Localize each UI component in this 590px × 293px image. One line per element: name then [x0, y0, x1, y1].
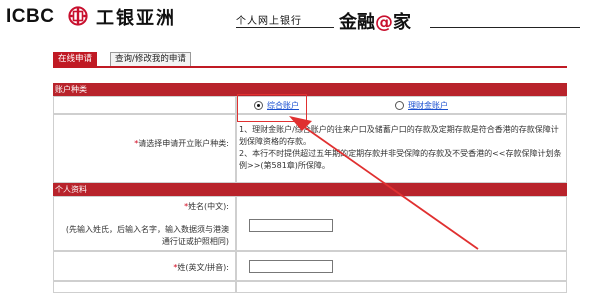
surname-en-input-cell	[236, 251, 567, 281]
tab-underline	[53, 66, 567, 68]
section-account-type: 账户种类	[53, 83, 567, 96]
surname-en-label-cell: *姓(英文/拼音):	[53, 251, 236, 281]
portal-name-suffix: 家	[393, 12, 411, 33]
account-type-question: *请选择申请开立账户种类:	[134, 139, 229, 148]
annotation-highlight-box	[237, 94, 307, 122]
surname-en-label: *姓(英文/拼音):	[173, 263, 229, 272]
bank-name: 工银亚洲	[96, 8, 176, 29]
portal-name: 金融@家	[339, 8, 411, 34]
name-cn-label-cell: *姓名(中文): (先输入姓氏，后输入名字，输入数据须与港澳通行证或护照相同)	[53, 196, 236, 251]
option-wealth[interactable]: 理财金账户	[395, 100, 448, 111]
name-cn-input[interactable]	[249, 219, 333, 232]
section-personal-info: 个人资料	[53, 183, 567, 196]
icbc-logo-icon	[68, 6, 88, 26]
name-input-hint: (先输入姓氏，后输入名字，输入数据须与港澳通行证或护照相同)	[65, 225, 229, 246]
deposit-note-2: 2、本行不时提供超过五年期的定期存款并非受保障的存款及不受香港的<<存款保障计划…	[239, 149, 562, 170]
account-type-question-cell: *请选择申请开立账户种类:	[53, 114, 236, 183]
brand-latin: ICBC	[6, 6, 55, 27]
header-rule-right	[430, 27, 580, 28]
next-row-label-cell	[53, 281, 236, 293]
name-cn-label-text: 姓名(中文):	[188, 202, 229, 211]
radio-wealth[interactable]	[395, 101, 404, 110]
account-type-question-text: 请选择申请开立账户种类:	[138, 139, 229, 148]
option-wealth-label[interactable]: 理财金账户	[408, 101, 448, 110]
tab-online-apply[interactable]: 在线申请	[53, 52, 98, 67]
account-type-notes: 1、理财金账户/综合账户的往来户口及储蓄户口的存款及定期存款是符合香港的存款保障…	[236, 114, 567, 183]
name-cn-label: *姓名(中文):	[184, 202, 229, 211]
deposit-note-1: 1、理财金账户/综合账户的往来户口及储蓄户口的存款及定期存款是符合香港的存款保障…	[239, 125, 559, 146]
name-cn-input-cell	[236, 196, 567, 251]
next-row-input-cell	[236, 281, 567, 293]
surname-en-label-text: 姓(英文/拼音):	[177, 263, 229, 272]
surname-en-input[interactable]	[249, 260, 333, 273]
tab-query-modify[interactable]: 查询/修改我的申请	[110, 52, 191, 67]
portal-name-at: @	[375, 12, 393, 33]
radio-label-spacer	[53, 96, 236, 114]
portal-name-prefix: 金融	[339, 12, 375, 33]
site-header: ICBC 工银亚洲 个人网上银行 金融@家	[0, 0, 590, 40]
header-rule-left	[236, 27, 334, 28]
ebank-label: 个人网上银行	[236, 16, 302, 27]
